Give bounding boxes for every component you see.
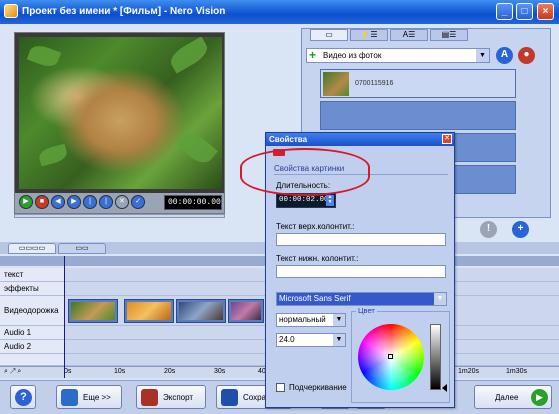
delete-icon[interactable]: ✕ [115,195,129,209]
underline-label: Подчеркивание [289,383,347,392]
video-clip[interactable] [228,299,264,323]
maximize-button[interactable]: □ [516,3,533,20]
ruler-tick: 1m20s [458,368,480,375]
zoom-icon[interactable]: ⌕ ↗ ⌕ [4,368,21,376]
font-size-select[interactable]: 24.0 ▼ [276,333,346,347]
add-icon[interactable]: + [512,221,529,238]
tab-text[interactable]: A☰ [390,29,428,41]
forward-icon[interactable]: ▶ [67,195,81,209]
next-button[interactable]: Далее ▶ [474,385,552,409]
prev-frame-icon[interactable]: | [83,195,97,209]
clip-thumbnail [323,72,349,96]
tab-transitions[interactable]: ▤☰ [430,29,468,41]
chevron-down-icon: ▼ [476,49,489,62]
playback-progress[interactable] [14,214,225,218]
category-select[interactable]: + Видео из фоток ▼ [306,48,490,63]
tab-media[interactable]: ▭ [310,29,348,41]
tab-effects[interactable]: ⚡☰ [350,29,388,41]
ruler-tick: 0s [64,368,72,375]
color-picker: Цвет [351,306,450,403]
ruler-tick: 20s [164,368,176,375]
font-select[interactable]: Microsoft Sans Serif ▼ [276,292,447,306]
arrow-right-icon: ▶ [531,389,548,406]
export-icon [141,389,158,406]
dialog-close-icon[interactable]: ✕ [442,134,452,144]
footer-text-label: Текст нижн. колонтит.: [276,254,359,263]
play-icon[interactable]: ▶ [19,195,33,209]
highlight-ellipse [240,148,370,196]
chevron-down-icon: ▼ [333,334,345,346]
tab-timeline[interactable]: ▭▭ [58,243,106,254]
preview-frame: ▶ ■ ◀ ▶ | | ✕ ✓ 00:00:00.00 [14,32,225,214]
ruler-tick: 30s [214,368,226,375]
color-wheel-marker[interactable] [388,354,393,359]
preview-video [19,37,222,189]
more-icon [61,389,78,406]
rewind-icon[interactable]: ◀ [51,195,65,209]
chevron-down-icon: ▼ [434,293,446,305]
footer-text-input[interactable] [276,265,446,278]
close-button[interactable]: × [537,3,554,20]
chevron-down-icon: ▼ [333,314,345,326]
help-button[interactable]: ? [10,385,36,409]
next-frame-icon[interactable]: | [99,195,113,209]
playhead[interactable] [64,256,65,378]
brightness-slider-thumb[interactable] [442,384,447,392]
list-item[interactable] [320,101,516,130]
app-icon [4,4,18,18]
minimize-button[interactable]: _ [496,3,513,20]
title-bar: Проект без имени * [Фильм] - Nero Vision… [0,0,559,24]
header-text-input[interactable] [276,233,446,246]
player-controls: ▶ ■ ◀ ▶ | | ✕ ✓ 00:00:00.00 [15,193,224,213]
text-add-icon[interactable]: A [496,47,513,64]
check-icon[interactable]: ✓ [131,195,145,209]
list-item[interactable]: 0700115916 [320,69,516,98]
ruler-tick: 10s [114,368,126,375]
more-button[interactable]: Еще >> [56,385,122,409]
export-button[interactable]: Экспорт [136,385,206,409]
info-icon[interactable]: ! [480,221,497,238]
ruler-tick: 1m30s [506,368,528,375]
help-icon: ? [15,389,32,406]
mic-icon[interactable]: ● [518,47,535,64]
plus-icon: + [309,48,317,62]
spin-icon[interactable]: ▲ ▼ [326,195,334,206]
save-icon [221,389,238,406]
font-style-select[interactable]: нормальный ▼ [276,313,346,327]
window-title: Проект без имени * [Фильм] - Nero Vision [22,6,226,17]
video-clip[interactable] [176,299,226,323]
header-text-label: Текст верх.колонтит.: [276,222,355,231]
tab-storyboard[interactable]: ▭▭▭▭ [8,243,56,254]
time-display: 00:00:00.00 [164,195,222,210]
main-panel: ▶ ■ ◀ ▶ | | ✕ ✓ 00:00:00.00 ▭ ⚡☰ A☰ ▤☰ +… [0,24,559,414]
video-clip[interactable] [68,299,118,323]
video-clip[interactable] [124,299,174,323]
dialog-title: Свойства [266,133,454,146]
stop-icon[interactable]: ■ [35,195,49,209]
brightness-slider[interactable] [430,324,441,390]
underline-checkbox[interactable] [276,383,285,392]
